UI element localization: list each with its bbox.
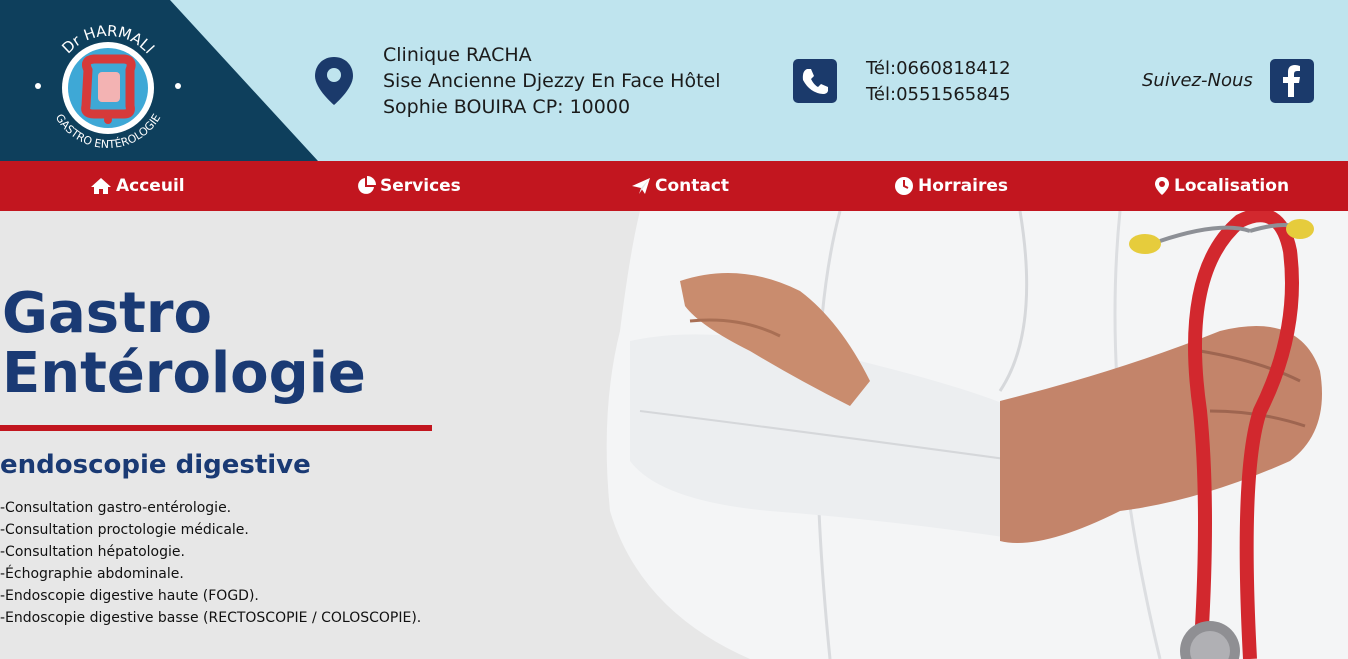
clock-icon <box>895 177 913 195</box>
list-item: -Consultation proctologie médicale. <box>0 522 249 538</box>
header: Dr HARMALI GASTRO ENTÉROLOGIE Clinique R… <box>0 0 1348 161</box>
list-item: -Échographie abdominale. <box>0 566 184 582</box>
nav-item-acceuil[interactable]: Acceuil <box>90 161 185 211</box>
list-item: -Endoscopie digestive haute (FOGD). <box>0 588 259 604</box>
title-divider <box>0 425 432 431</box>
nav-item-contact[interactable]: Contact <box>631 161 729 211</box>
map-pin-icon <box>315 57 353 105</box>
main-nav: Acceuil Services Contact Horraires Local… <box>0 161 1348 211</box>
title-line-2: Entérologie <box>2 341 366 406</box>
nav-label-localisation: Localisation <box>1174 176 1290 196</box>
nav-label-services: Services <box>380 176 461 196</box>
nav-item-localisation[interactable]: Localisation <box>1154 161 1289 211</box>
list-item: -Consultation hépatologie. <box>0 544 185 560</box>
address-line-2: Sise Ancienne Djezzy En Face Hôtel <box>383 70 721 92</box>
follow-us-label: Suivez-Nous <box>1142 70 1253 91</box>
nav-item-services[interactable]: Services <box>356 161 461 211</box>
facebook-icon[interactable] <box>1270 59 1314 103</box>
title-line-1: Gastro <box>2 281 212 346</box>
clinic-logo[interactable]: Dr HARMALI GASTRO ENTÉROLOGIE <box>28 10 188 158</box>
paper-plane-icon <box>632 178 650 194</box>
nav-label-contact: Contact <box>655 176 730 196</box>
home-icon <box>91 178 111 194</box>
nav-item-horraires[interactable]: Horraires <box>894 161 1008 211</box>
nav-label-horraires: Horraires <box>918 176 1009 196</box>
address-line-3: Sophie BOUIRA CP: 10000 <box>383 96 631 118</box>
list-item: -Consultation gastro-entérologie. <box>0 500 232 516</box>
doctor-hero-image <box>600 211 1348 659</box>
phone-1[interactable]: Tél:0660818412 <box>866 56 1011 82</box>
clinic-address: Clinique RACHA Sise Ancienne Djezzy En F… <box>383 42 720 120</box>
address-line-1: Clinique RACHA <box>383 44 532 66</box>
section-subtitle: endoscopie digestive <box>0 450 311 480</box>
nav-label-acceuil: Acceuil <box>116 176 185 196</box>
list-item: -Endoscopie digestive basse (RECTOSCOPIE… <box>0 610 422 626</box>
phone-2[interactable]: Tél:0551565845 <box>866 82 1011 108</box>
location-pin-icon <box>1155 177 1169 195</box>
phone-numbers: Tél:0660818412 Tél:0551565845 <box>866 56 1011 108</box>
phone-icon <box>793 59 837 103</box>
page-title: Gastro Entérologie <box>2 284 366 404</box>
pie-chart-icon <box>358 176 376 194</box>
services-list: -Consultation gastro-entérologie. -Consu… <box>0 497 421 629</box>
